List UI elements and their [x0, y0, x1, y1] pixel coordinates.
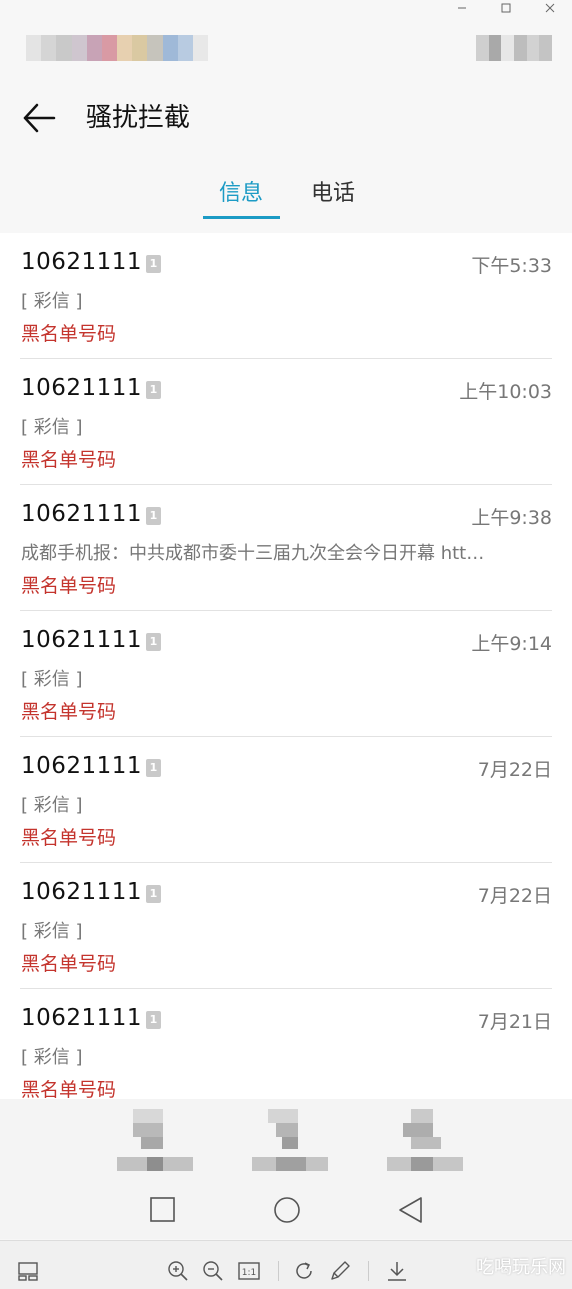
blacklist-tag: 黑名单号码 [21, 1079, 117, 1099]
blacklist-tag: 黑名单号码 [21, 575, 117, 597]
zoom-in-icon [168, 1261, 188, 1281]
message-sender: 10621111 [21, 501, 143, 527]
recent-apps-button[interactable] [148, 1195, 178, 1225]
message-preview: [ 彩信 ] [21, 921, 83, 942]
blacklist-tag: 黑名单号码 [21, 449, 117, 471]
list-item[interactable]: 10621111 1 下午5:33 [ 彩信 ] 黑名单号码 [20, 233, 552, 359]
tab-calls[interactable]: 电话 [294, 172, 372, 216]
actual-size-button[interactable]: 1:1 [237, 1259, 261, 1283]
back-button[interactable] [20, 98, 60, 138]
blacklist-tag: 黑名单号码 [21, 701, 117, 723]
message-preview: [ 彩信 ] [21, 795, 83, 816]
message-time: 7月21日 [477, 1011, 552, 1033]
list-item[interactable]: 10621111 1 上午9:38 成都手机报：中共成都市委十三届九次全会今日开… [20, 485, 552, 611]
circle-icon [274, 1197, 300, 1223]
blacklist-tag: 黑名单号码 [21, 827, 117, 849]
svg-text:1:1: 1:1 [242, 1268, 256, 1278]
zoom-in-button[interactable] [166, 1259, 190, 1283]
sim-card-icon: 1 [146, 633, 161, 651]
message-preview: [ 彩信 ] [21, 1047, 83, 1068]
rotate-icon [296, 1262, 312, 1279]
pencil-icon [331, 1261, 350, 1280]
message-sender: 10621111 [21, 879, 143, 905]
message-preview: [ 彩信 ] [21, 417, 83, 438]
zoom-out-button[interactable] [201, 1259, 225, 1283]
list-item[interactable]: 10621111 1 7月21日 [ 彩信 ] 黑名单号码 [20, 989, 552, 1099]
sim-card-icon: 1 [146, 1011, 161, 1029]
edit-button[interactable] [328, 1259, 352, 1283]
site-watermark: 吃喝玩乐网 [476, 1257, 566, 1278]
minimize-button[interactable] [440, 0, 484, 16]
message-sender: 10621111 [21, 753, 143, 779]
thumbnail-icon [18, 1262, 38, 1281]
pixelated-action-icon[interactable] [387, 1109, 463, 1171]
message-time: 上午9:14 [471, 633, 552, 655]
back-nav-button[interactable] [396, 1195, 426, 1225]
active-tab-indicator [203, 216, 280, 219]
message-preview: [ 彩信 ] [21, 291, 83, 312]
actual-size-icon: 1:1 [238, 1262, 260, 1280]
download-button[interactable] [385, 1259, 409, 1283]
minimize-icon [458, 7, 466, 9]
maximize-icon [501, 3, 511, 13]
list-item[interactable]: 10621111 1 7月22日 [ 彩信 ] 黑名单号码 [20, 737, 552, 863]
viewer-toolbar: 1:1 吃喝玩乐网 [0, 1240, 572, 1289]
close-icon [545, 3, 555, 13]
toolbar-divider [368, 1261, 369, 1281]
message-sender: 10621111 [21, 627, 143, 653]
blocked-message-list[interactable]: 10621111 1 下午5:33 [ 彩信 ] 黑名单号码 10621111 … [0, 233, 572, 1099]
bottom-navigation [0, 1099, 572, 1239]
thumbnail-toggle-button[interactable] [16, 1259, 40, 1283]
status-bar [0, 28, 572, 68]
rotate-button[interactable] [292, 1259, 316, 1283]
message-sender: 10621111 [21, 1005, 143, 1031]
message-time: 下午5:33 [471, 255, 552, 277]
triangle-back-icon [399, 1197, 422, 1223]
page-title: 骚扰拦截 [86, 103, 191, 133]
list-item[interactable]: 10621111 1 7月22日 [ 彩信 ] 黑名单号码 [20, 863, 552, 989]
message-time: 上午10:03 [459, 381, 552, 403]
toolbar-divider [278, 1261, 279, 1281]
message-preview: [ 彩信 ] [21, 669, 83, 690]
close-button[interactable] [528, 0, 572, 16]
pixelated-action-icon[interactable] [252, 1109, 328, 1171]
pixelated-action-icon[interactable] [117, 1109, 193, 1171]
window-controls [440, 0, 572, 16]
status-bar-left-blurred [26, 35, 209, 61]
message-preview: 成都手机报：中共成都市委十三届九次全会今日开幕 htt… [21, 543, 485, 564]
download-icon [388, 1262, 406, 1281]
tab-bar: 信息 电话 [0, 172, 572, 222]
blacklist-tag: 黑名单号码 [21, 323, 117, 345]
tab-messages[interactable]: 信息 [202, 172, 280, 216]
message-sender: 10621111 [21, 249, 143, 275]
list-item[interactable]: 10621111 1 上午10:03 [ 彩信 ] 黑名单号码 [20, 359, 552, 485]
sim-card-icon: 1 [146, 507, 161, 525]
home-button[interactable] [272, 1195, 302, 1225]
message-time: 7月22日 [477, 759, 552, 781]
maximize-button[interactable] [484, 0, 528, 16]
message-sender: 10621111 [21, 375, 143, 401]
square-icon [150, 1197, 175, 1222]
sim-card-icon: 1 [146, 255, 161, 273]
sim-card-icon: 1 [146, 885, 161, 903]
list-item[interactable]: 10621111 1 上午9:14 [ 彩信 ] 黑名单号码 [20, 611, 552, 737]
message-time: 7月22日 [477, 885, 552, 907]
blacklist-tag: 黑名单号码 [21, 953, 117, 975]
sim-card-icon: 1 [146, 759, 161, 777]
zoom-out-icon [203, 1261, 223, 1281]
app-header: 骚扰拦截 [0, 92, 572, 144]
status-bar-right-blurred [476, 35, 553, 61]
back-arrow-icon [23, 103, 56, 133]
message-time: 上午9:38 [471, 507, 552, 529]
sim-card-icon: 1 [146, 381, 161, 399]
